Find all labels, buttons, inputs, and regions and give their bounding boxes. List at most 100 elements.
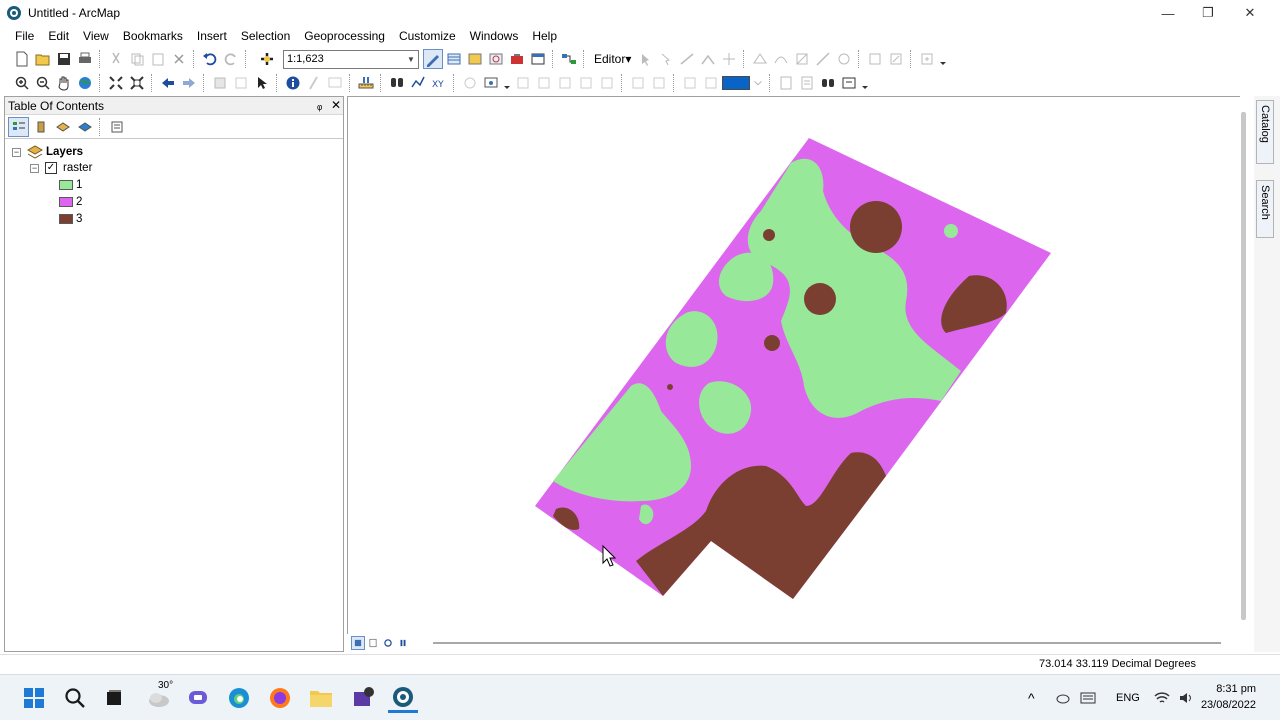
georef-tool-7-icon[interactable] [649, 73, 669, 93]
raster-layer-node[interactable]: − ✓ raster [30, 162, 92, 174]
layer-visibility-checkbox[interactable]: ✓ [45, 162, 57, 174]
save-icon[interactable] [54, 49, 74, 69]
effects-tool-1-icon[interactable] [680, 73, 700, 93]
windows-start-icon[interactable] [19, 683, 49, 713]
toolbar-options-icon[interactable] [860, 73, 870, 93]
undo-icon[interactable] [200, 49, 220, 69]
layout-view-button[interactable] [366, 636, 380, 650]
search-icon[interactable] [60, 683, 90, 713]
menu-bookmarks[interactable]: Bookmarks [116, 26, 190, 46]
data-frame-tool-icon[interactable] [839, 73, 859, 93]
file-explorer-icon[interactable] [306, 683, 336, 713]
page-setup-icon[interactable] [797, 73, 817, 93]
arctoolbox-icon[interactable] [507, 49, 527, 69]
editor-toolbar-icon[interactable] [423, 49, 443, 69]
clear-selection-icon[interactable] [231, 73, 251, 93]
select-elements-icon[interactable] [252, 73, 272, 93]
legend-item[interactable]: 2 [59, 196, 82, 208]
task-view-icon[interactable] [99, 683, 129, 713]
edit-vertices-icon[interactable] [750, 49, 770, 69]
go-to-xy-icon[interactable]: XY [429, 73, 449, 93]
chevron-up-icon[interactable]: ^ [1028, 690, 1046, 706]
create-viewer-icon[interactable] [481, 73, 501, 93]
menu-file[interactable]: File [8, 26, 41, 46]
map-scale-combobox[interactable]: 1:1,623 ▼ [283, 49, 419, 69]
menu-help[interactable]: Help [525, 26, 564, 46]
search-tab[interactable]: Search [1256, 180, 1274, 238]
measure-icon[interactable] [356, 73, 376, 93]
georef-tool-1-icon[interactable] [513, 73, 533, 93]
new-document-icon[interactable] [12, 49, 32, 69]
georef-tool-4-icon[interactable] [576, 73, 596, 93]
straight-segment-icon[interactable] [677, 49, 697, 69]
fixed-zoom-in-icon[interactable] [106, 73, 126, 93]
georef-tool-2-icon[interactable] [534, 73, 554, 93]
trace-icon[interactable] [719, 49, 739, 69]
paste-icon[interactable] [148, 49, 168, 69]
toolbar-options-icon[interactable] [502, 73, 512, 93]
fixed-zoom-out-icon[interactable] [127, 73, 147, 93]
effects-tool-2-icon[interactable] [701, 73, 721, 93]
go-forward-icon[interactable] [179, 73, 199, 93]
time-slider-icon[interactable] [460, 73, 480, 93]
chevron-down-icon[interactable] [751, 73, 765, 93]
restore-button[interactable]: ❐ [1186, 0, 1230, 26]
menu-insert[interactable]: Insert [190, 26, 234, 46]
copy-icon[interactable] [127, 49, 147, 69]
list-by-selection-icon[interactable] [74, 117, 95, 137]
zoom-in-icon[interactable] [12, 73, 32, 93]
editor-menu-button[interactable]: Editor▾ [590, 52, 635, 66]
cut-polygons-icon[interactable] [792, 49, 812, 69]
layer-color-selector[interactable] [722, 76, 750, 90]
data-view-button[interactable] [351, 636, 365, 650]
legend-swatch-1[interactable] [59, 180, 73, 190]
arccatalog-icon[interactable] [348, 683, 378, 713]
legend-swatch-2[interactable] [59, 197, 73, 207]
attributes-icon[interactable] [865, 49, 885, 69]
menu-view[interactable]: View [76, 26, 116, 46]
select-features-icon[interactable] [210, 73, 230, 93]
zoom-out-icon[interactable] [33, 73, 53, 93]
georef-tool-6-icon[interactable] [628, 73, 648, 93]
sketch-properties-icon[interactable] [886, 49, 906, 69]
full-extent-icon[interactable] [75, 73, 95, 93]
delete-icon[interactable] [169, 49, 189, 69]
open-folder-icon[interactable] [33, 49, 53, 69]
menu-selection[interactable]: Selection [234, 26, 297, 46]
refresh-icon[interactable] [381, 636, 395, 650]
firefox-icon[interactable] [265, 683, 295, 713]
table-view-icon[interactable] [444, 49, 464, 69]
identify-icon[interactable] [283, 73, 303, 93]
catalog-window-icon[interactable] [465, 49, 485, 69]
legend-swatch-3[interactable] [59, 214, 73, 224]
toolbar-options-icon[interactable] [938, 49, 948, 69]
pin-icon[interactable]: ᵩ [317, 98, 322, 112]
arcmap-taskbar-icon[interactable] [388, 683, 418, 713]
create-features-icon[interactable] [917, 49, 937, 69]
menu-edit[interactable]: Edit [41, 26, 76, 46]
system-clock[interactable]: 8:31 pm 23/08/2022 [1201, 681, 1256, 713]
rotate-tool-icon[interactable] [834, 49, 854, 69]
map-vertical-scrollbar[interactable] [1241, 112, 1246, 620]
construction-tools-icon[interactable] [698, 49, 718, 69]
chevron-down-icon[interactable]: ▼ [404, 51, 418, 68]
close-button[interactable]: ✕ [1228, 0, 1272, 26]
layers-root-node[interactable]: − Layers [12, 145, 83, 159]
go-back-icon[interactable] [158, 73, 178, 93]
pan-icon[interactable] [54, 73, 74, 93]
edge-browser-icon[interactable] [224, 683, 254, 713]
georef-tool-5-icon[interactable] [597, 73, 617, 93]
cut-icon[interactable] [106, 49, 126, 69]
input-language[interactable]: ENG [1116, 692, 1140, 704]
print-icon[interactable] [75, 49, 95, 69]
map-horizontal-scrollbar[interactable] [433, 642, 1221, 644]
find-icon[interactable] [387, 73, 407, 93]
hyperlink-icon[interactable] [304, 73, 324, 93]
edit-tool-icon[interactable] [635, 49, 655, 69]
search-window-icon[interactable] [486, 49, 506, 69]
add-data-icon[interactable] [252, 49, 282, 69]
reshape-feature-icon[interactable] [771, 49, 791, 69]
map-display[interactable] [347, 96, 1240, 634]
options-icon[interactable] [106, 117, 127, 137]
keyboard-icon[interactable] [1080, 691, 1096, 705]
